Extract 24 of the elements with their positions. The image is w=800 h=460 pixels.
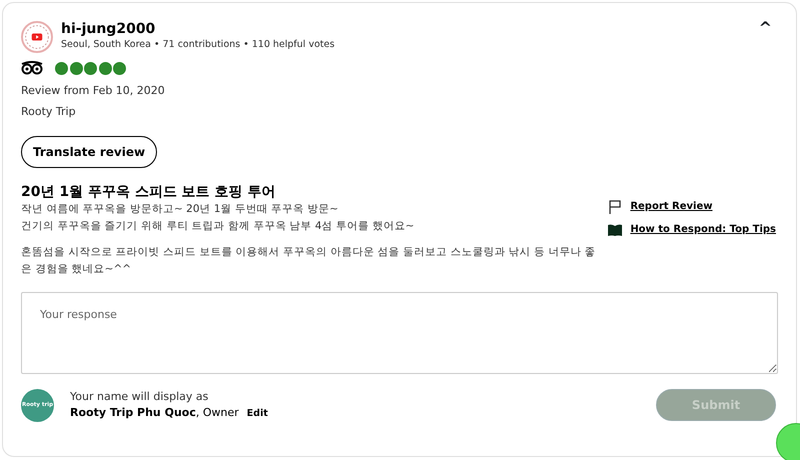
review-paragraph: 작년 여름에 푸꾸옥을 방문하고~ 20년 1월 두번때 푸꾸옥 방문~ 건기의 푸꾸옥을 즐기기 위해 루티 트립과 함께 푸꾸옥 남부 4섬 투어를 했어요~ [21,202,416,234]
rating-bubble [98,62,112,74]
side-link[interactable]: Report Review [630,199,712,214]
business-name: Rooty Trip [21,104,77,120]
review-title: 20년 1월 푸꾸옥 스피드 보트 호핑 투어 [21,184,276,201]
flag-icon [608,200,622,214]
owl-icon [21,61,43,75]
book-icon [608,224,622,236]
avatar-icon [21,21,53,53]
review-paragraph: 혼똠섬을 시작으로 프라이빗 스피드 보트를 이용해서 푸꾸옥의 아름다운 섬을 둘러보고 스노쿨링과 낚시 등 너무나 좋은 경험을 했네요~^^ [21,245,597,278]
collapse-button[interactable]: ^ [758,21,772,35]
response-field[interactable]: Your response [21,292,778,374]
owner-name: Rooty Trip Phu Quoc, Owner [70,405,239,422]
display-note: Your name will display as [70,388,210,405]
edit-link[interactable]: Edit [246,407,268,422]
rating-bubble [55,62,68,74]
reviewer-name[interactable]: hi-jung2000 [61,22,335,38]
translate-button[interactable]: Translate review [21,136,158,168]
rating-bubble [70,62,82,74]
rating-bubble [84,62,97,74]
side-link[interactable]: How to Respond: Top Tips [630,222,776,237]
reviewer-meta: Seoul, South Korea • 71 contributions • 110 helpful votes [61,38,335,52]
rating-bubble [113,62,126,74]
review-date: Review from Feb 10, 2020 [21,83,166,99]
